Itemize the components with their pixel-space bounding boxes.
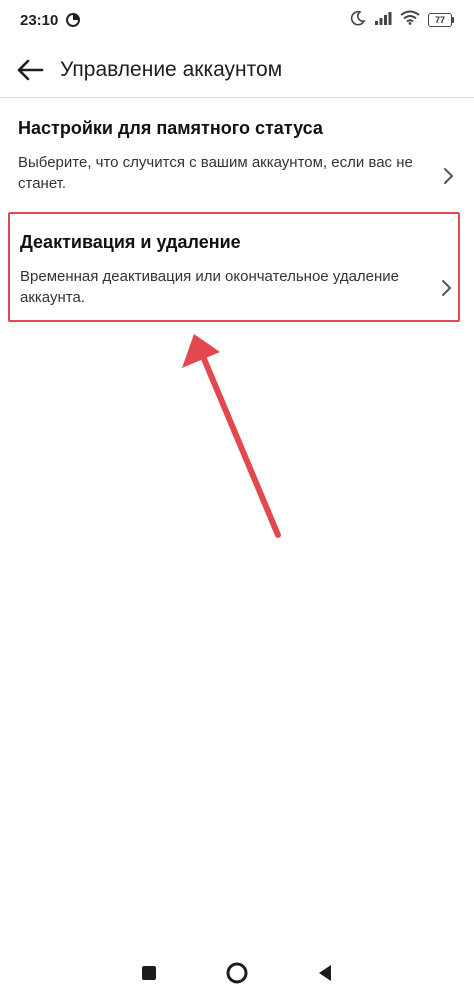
- system-back-button[interactable]: [305, 953, 345, 993]
- battery-icon: 77: [428, 13, 454, 27]
- notification-icon: [66, 13, 81, 27]
- arrow-left-icon: [17, 59, 44, 80]
- triangle-back-icon: [319, 965, 331, 981]
- status-icons: 77: [350, 10, 454, 31]
- deactivation-deletion-item[interactable]: Деактивация и удаление Временная деактив…: [8, 212, 460, 322]
- circle-home-icon: [226, 962, 248, 984]
- home-button[interactable]: [217, 953, 257, 993]
- item-title: Деактивация и удаление: [20, 232, 241, 252]
- back-button[interactable]: [2, 42, 58, 98]
- app-bar: Управление аккаунтом: [0, 42, 474, 98]
- recent-apps-button[interactable]: [129, 953, 169, 993]
- moon-icon: [350, 10, 366, 31]
- chevron-right-icon: [444, 168, 453, 184]
- page-title: Управление аккаунтом: [60, 57, 283, 81]
- signal-icon: [374, 11, 392, 30]
- memorial-settings-item[interactable]: Настройки для памятного статуса Выберите…: [8, 116, 460, 206]
- item-description: Выберите, что случится с вашим аккаунтом…: [18, 154, 413, 192]
- square-recent-icon: [142, 966, 156, 980]
- chevron-right-icon: [442, 280, 451, 296]
- wifi-icon: [400, 10, 420, 30]
- navigation-bar: [0, 944, 474, 1002]
- item-title: Настройки для памятного статуса: [18, 118, 323, 138]
- status-bar: 23:10 77: [0, 0, 474, 40]
- item-description: Временная деактивация или окончательное …: [20, 268, 400, 306]
- status-time: 23:10: [20, 11, 59, 29]
- battery-level: 77: [428, 13, 452, 27]
